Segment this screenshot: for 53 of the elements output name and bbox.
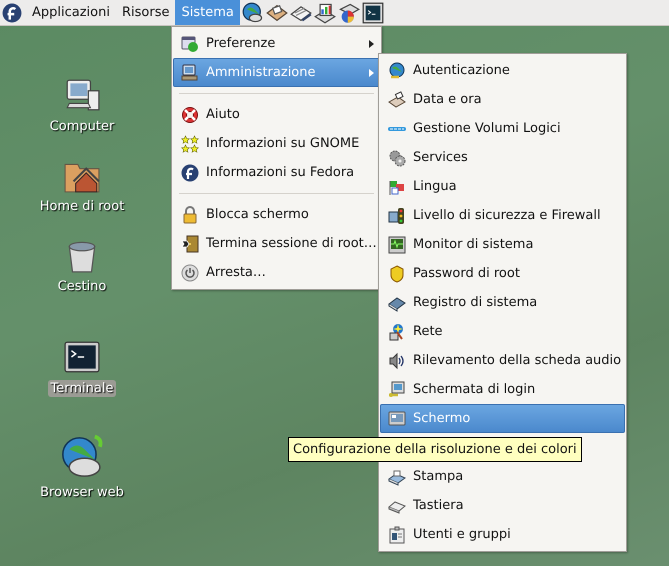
desktop-icon-label[interactable]: Home di root — [36, 198, 128, 215]
monitor-icon — [388, 236, 406, 254]
gears-icon — [388, 148, 406, 166]
speaker-icon — [388, 352, 406, 370]
menu-item[interactable]: Rete — [380, 317, 625, 346]
id-card-icon — [388, 526, 406, 544]
globe-key-icon — [388, 62, 406, 80]
f-logo-icon — [181, 164, 199, 182]
drive-bar-icon — [388, 126, 406, 130]
badge-icon — [388, 264, 406, 282]
menu-item[interactable]: Lingua — [380, 172, 625, 201]
menu-item[interactable]: Blocca schermo — [173, 200, 380, 229]
lifebuoy-icon — [181, 106, 199, 124]
traffic-light-icon — [388, 206, 406, 224]
menu-item[interactable]: Termina sessione di root… — [173, 229, 380, 258]
panel-menu[interactable]: Applicazioni — [26, 0, 116, 25]
menu-item[interactable]: Tastiera — [380, 491, 625, 520]
desktop-icon-label[interactable]: Browser web — [37, 484, 127, 501]
menu-item[interactable]: Preferenze — [173, 29, 380, 58]
menu-item[interactable]: Registro di sistema — [380, 288, 625, 317]
menu-item[interactable]: Gestione Volumi Logici — [380, 114, 625, 143]
menu-item[interactable]: Informazioni su Fedora — [173, 158, 380, 187]
menu-item[interactable]: Rilevamento della scheda audio — [380, 346, 625, 375]
menu-item[interactable]: Monitor di sistema — [380, 230, 625, 259]
stars-icon — [181, 134, 199, 152]
tooltip: Configurazione della risoluzione e dei colori — [288, 437, 582, 462]
panel-menu[interactable]: Risorse — [116, 0, 176, 25]
menu-item[interactable]: Stampa — [380, 462, 625, 491]
menu-item[interactable]: Password di root — [380, 259, 625, 288]
menu-item[interactable]: Aiuto — [173, 100, 380, 129]
menu-item[interactable]: Informazioni su GNOME — [173, 129, 380, 158]
chart-document-icon[interactable] — [314, 2, 336, 24]
padlock-icon — [181, 206, 199, 224]
door-icon — [181, 234, 199, 252]
display-icon — [388, 410, 406, 428]
pie-chart-icon[interactable] — [338, 2, 360, 24]
menu-item[interactable]: Services — [380, 143, 625, 172]
f-logo-icon[interactable] — [2, 2, 22, 22]
network-icon — [388, 322, 406, 340]
power-icon — [181, 264, 199, 282]
globe-mouse-icon[interactable] — [242, 2, 264, 24]
menu-item[interactable]: Utenti e gruppi — [380, 520, 625, 549]
menu-item[interactable]: Schermata di login — [380, 375, 625, 404]
globe-mouse-icon — [59, 434, 105, 480]
menu-item[interactable]: Data e ora — [380, 85, 625, 114]
desktop-icon-label[interactable]: Computer — [46, 118, 118, 135]
menu-item[interactable]: Arresta… — [173, 258, 380, 287]
computer-key-icon — [388, 380, 406, 398]
computer-icon — [181, 64, 199, 82]
menu-item[interactable]: Livello di sicurezza e Firewall — [380, 201, 625, 230]
printer-icon — [388, 468, 406, 486]
desktop-icon-label[interactable]: Cestino — [54, 278, 110, 295]
menu-item[interactable]: Autenticazione — [380, 56, 625, 85]
